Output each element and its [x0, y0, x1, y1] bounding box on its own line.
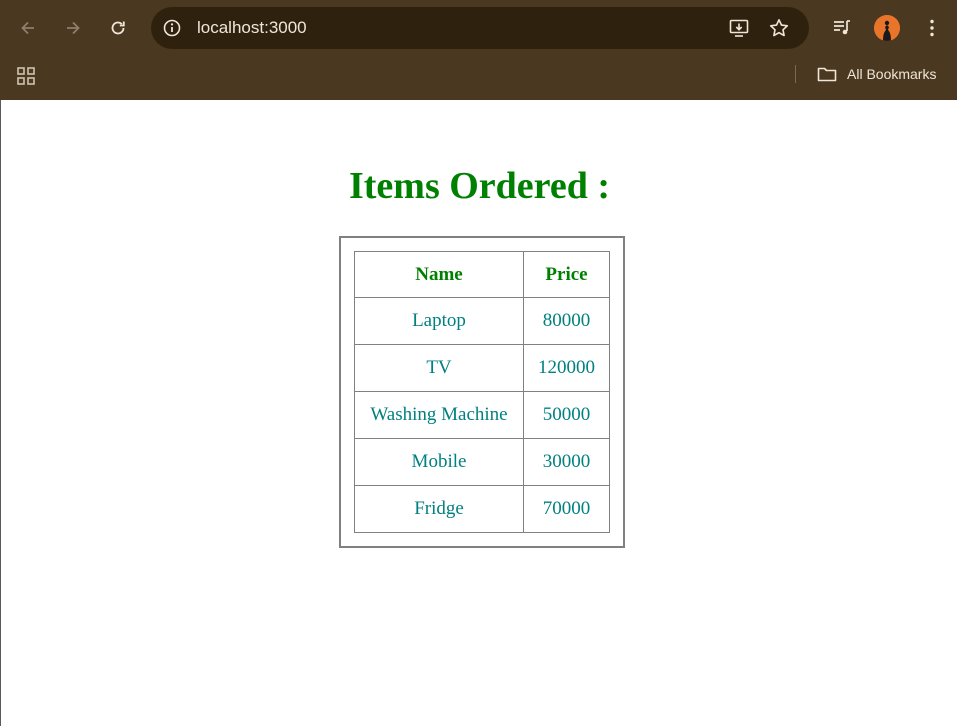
- all-bookmarks-label: All Bookmarks: [847, 66, 937, 82]
- table-row: Mobile 30000: [354, 439, 610, 486]
- bookmark-star-button[interactable]: [768, 17, 790, 39]
- cell-item-name: Mobile: [354, 439, 524, 486]
- table-row: Laptop 80000: [354, 298, 610, 345]
- cell-item-price: 120000: [524, 345, 610, 392]
- browser-toolbar: localhost:3000: [0, 0, 957, 56]
- header-name: Name: [354, 251, 524, 298]
- reload-icon: [111, 21, 125, 35]
- cell-item-price: 30000: [524, 439, 610, 486]
- site-info-icon: [163, 19, 181, 37]
- table-row: Washing Machine 50000: [354, 392, 610, 439]
- table-row: Fridge 70000: [354, 486, 610, 533]
- site-info-button[interactable]: [161, 17, 183, 39]
- more-menu-icon: [930, 19, 934, 37]
- cell-item-price: 70000: [524, 486, 610, 533]
- install-app-icon: [729, 19, 749, 37]
- bookmarks-bar: All Bookmarks: [0, 56, 957, 100]
- media-control-button[interactable]: [828, 14, 856, 42]
- bookmarks-divider: [795, 65, 796, 83]
- back-button[interactable]: [12, 12, 44, 44]
- forward-button[interactable]: [57, 12, 89, 44]
- cell-item-price: 80000: [524, 298, 610, 345]
- reload-button[interactable]: [102, 12, 134, 44]
- browser-chrome: localhost:3000 All Bookmarks: [0, 0, 957, 100]
- page-title: Items Ordered :: [348, 165, 610, 207]
- install-app-button[interactable]: [728, 17, 750, 39]
- cell-item-name: Washing Machine: [354, 392, 524, 439]
- more-menu-button[interactable]: [918, 14, 946, 42]
- folder-icon: [816, 63, 838, 85]
- table-row: TV 120000: [354, 345, 610, 392]
- cell-item-name: Laptop: [354, 298, 524, 345]
- media-control-icon: [834, 20, 850, 35]
- forward-arrow-icon: [67, 21, 80, 35]
- orders-table: Name Price Laptop 80000 TV 120000 Washin…: [339, 236, 625, 548]
- cell-item-name: TV: [354, 345, 524, 392]
- address-bar[interactable]: localhost:3000: [151, 7, 809, 49]
- back-arrow-icon: [21, 21, 34, 35]
- url-text[interactable]: localhost:3000: [197, 18, 307, 38]
- star-icon: [769, 19, 789, 37]
- profile-avatar-image: [874, 15, 900, 41]
- table-header-row: Name Price: [354, 251, 610, 298]
- page-content: Items Ordered : Name Price Laptop 80000 …: [0, 100, 957, 726]
- cell-item-name: Fridge: [354, 486, 524, 533]
- header-price: Price: [524, 251, 610, 298]
- profile-avatar[interactable]: [874, 15, 900, 41]
- apps-button[interactable]: [14, 64, 38, 88]
- cell-item-price: 50000: [524, 392, 610, 439]
- apps-grid-icon: [17, 67, 35, 85]
- orders-table-wrapper: Name Price Laptop 80000 TV 120000 Washin…: [339, 236, 625, 548]
- all-bookmarks-button[interactable]: All Bookmarks: [816, 62, 936, 86]
